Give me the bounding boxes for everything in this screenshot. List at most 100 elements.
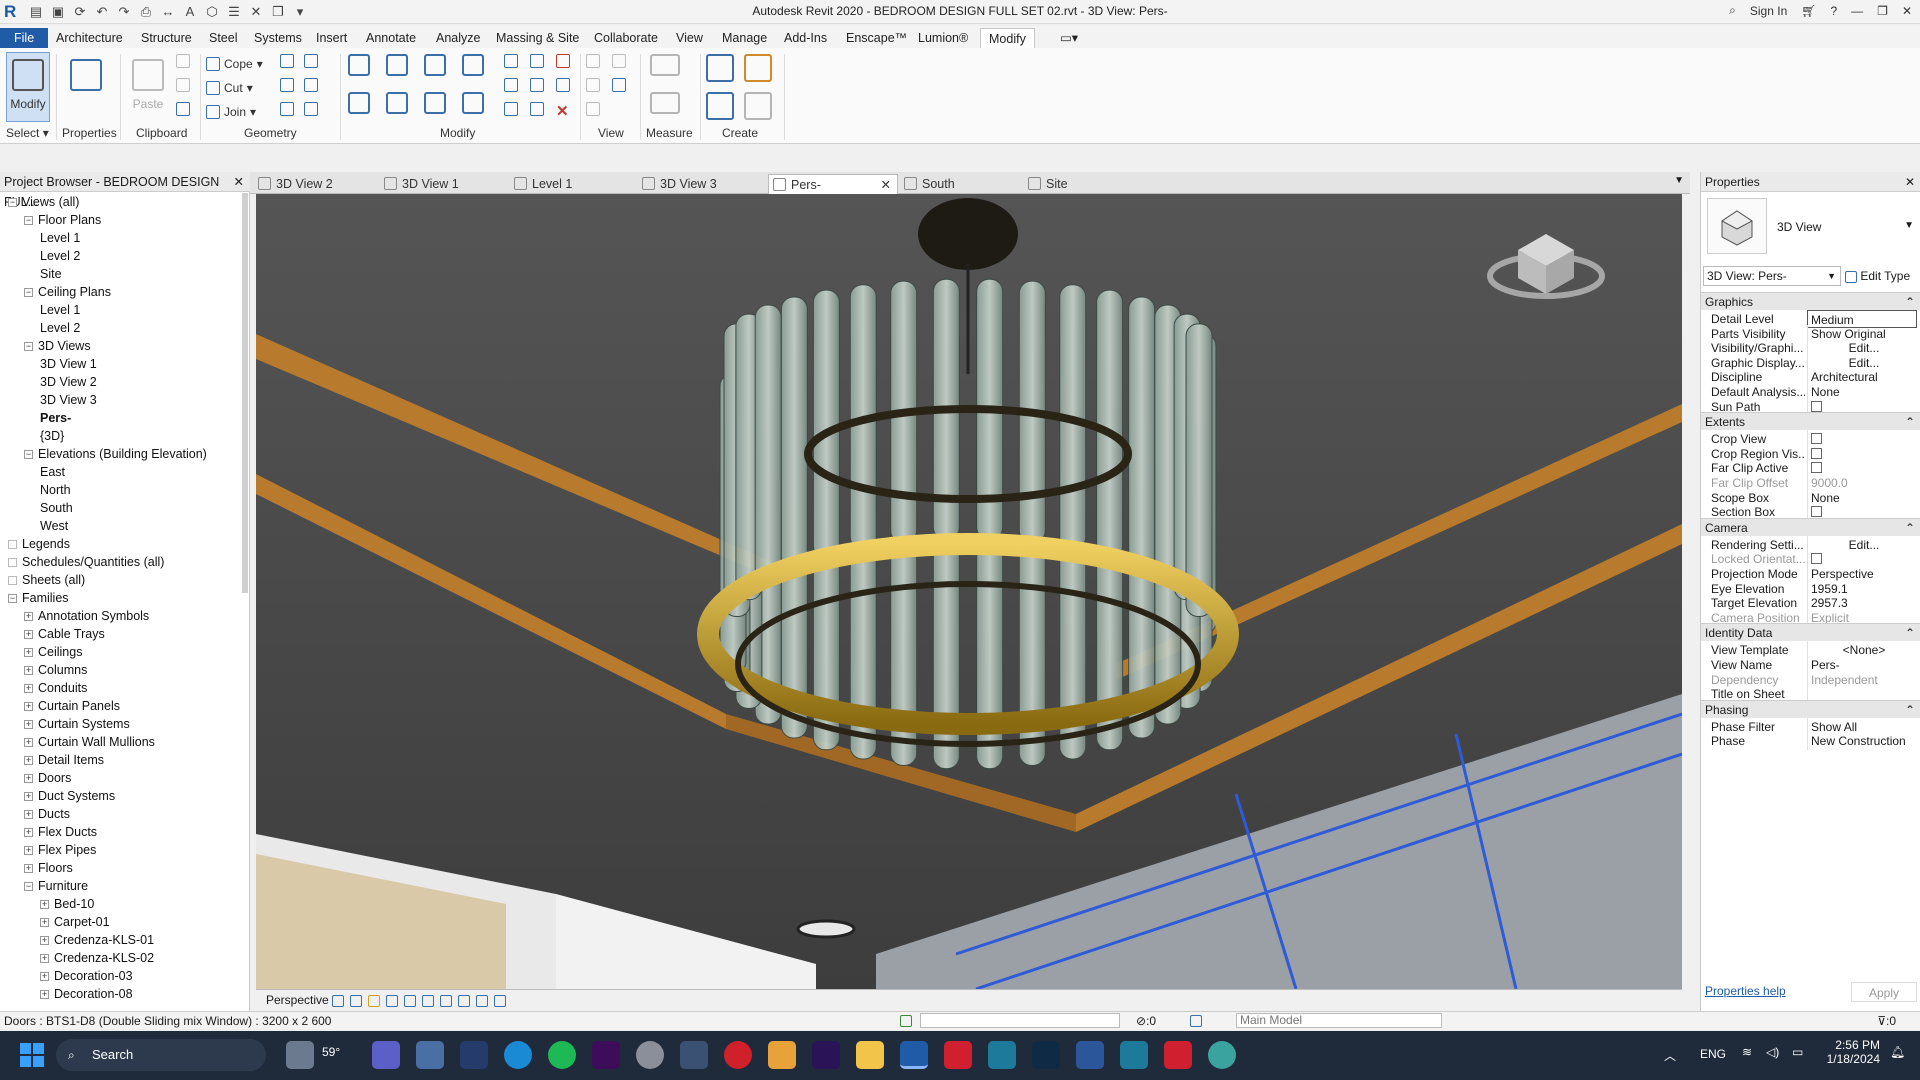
property-group-header[interactable]: Graphics ⌃ [1701, 292, 1920, 310]
expand-icon[interactable]: + [24, 630, 33, 640]
workset-dropdown[interactable] [920, 1013, 1120, 1028]
create-assembly-icon[interactable] [706, 54, 734, 82]
tree-item[interactable]: − Elevations (Building Elevation) [24, 445, 207, 463]
tree-item[interactable]: + Flex Ducts [24, 823, 97, 841]
tree-item[interactable]: + Bed-10 [40, 895, 94, 913]
collapse-icon[interactable]: − [8, 198, 17, 208]
tree-item[interactable]: North [40, 481, 71, 499]
tab-analyze[interactable]: Analyze [428, 28, 488, 48]
tab-annotate[interactable]: Annotate [358, 28, 424, 48]
tree-item[interactable]: + Columns [24, 661, 87, 679]
tree-item[interactable]: Sheets (all) [8, 571, 85, 589]
opera-icon[interactable] [724, 1041, 752, 1069]
help-icon[interactable]: ? [1830, 4, 1837, 18]
tree-item[interactable]: + Floors [24, 859, 73, 877]
ribbon-minimize-icon[interactable]: ▭▾ [1052, 28, 1086, 48]
volume-icon[interactable]: ◁) [1766, 1045, 1779, 1059]
expand-icon[interactable]: + [40, 918, 49, 928]
tree-item[interactable]: + Conduits [24, 679, 87, 697]
tab-manage[interactable]: Manage [714, 28, 775, 48]
trim-extend-icon[interactable] [462, 92, 484, 114]
tree-item[interactable]: East [40, 463, 65, 481]
collapse-icon[interactable]: − [8, 594, 17, 604]
close-properties-icon[interactable]: ✕ [1905, 172, 1915, 192]
tree-item[interactable]: + Ceilings [24, 643, 82, 661]
tab-view[interactable]: View [668, 28, 711, 48]
tree-item[interactable]: + Detail Items [24, 751, 104, 769]
tree-item[interactable]: + Decoration-08 [40, 985, 133, 1003]
remove-paint-icon[interactable] [304, 102, 318, 119]
tab-structure[interactable]: Structure [133, 28, 200, 48]
mirror-pick-axis-icon[interactable] [424, 54, 446, 76]
expand-icon[interactable]: + [24, 612, 33, 622]
tray-chevron-icon[interactable]: ︿ [1664, 1047, 1676, 1064]
linework-icon[interactable] [586, 78, 600, 95]
sun-path-icon[interactable] [368, 993, 380, 1013]
spotify-icon[interactable] [548, 1041, 576, 1069]
collapse-icon[interactable]: − [24, 450, 33, 460]
cut-button[interactable]: Cut ▾ [206, 78, 253, 98]
cut-profile-icon[interactable] [586, 102, 600, 119]
clock[interactable]: 2:56 PM 1/18/2024 [1820, 1038, 1880, 1066]
tab-lumion[interactable]: Lumion® [910, 28, 976, 48]
premiere-icon[interactable] [592, 1041, 620, 1069]
restore-icon[interactable]: ❐ [1877, 4, 1888, 18]
app-2-icon[interactable] [1208, 1041, 1236, 1069]
property-group-header[interactable]: Identity Data ⌃ [1701, 623, 1920, 642]
edit-type-button[interactable]: Edit Type [1845, 266, 1910, 286]
photos-icon[interactable] [416, 1041, 444, 1069]
collapse-icon[interactable]: − [24, 342, 33, 352]
tree-item[interactable]: 3D View 1 [40, 355, 97, 373]
demolish-icon[interactable] [304, 54, 318, 71]
align-icon[interactable] [348, 54, 370, 76]
crop-view-icon[interactable] [422, 993, 434, 1013]
photoshop-icon[interactable] [1032, 1041, 1060, 1069]
tree-item[interactable]: West [40, 517, 68, 535]
tree-item[interactable]: + Decoration-03 [40, 967, 133, 985]
close-tab-icon[interactable]: ✕ [881, 175, 891, 195]
expand-icon[interactable]: + [24, 684, 33, 694]
close-browser-icon[interactable]: ✕ [234, 172, 244, 192]
instance-selector[interactable]: 3D View: Pers- ▼ [1703, 266, 1841, 286]
video-icon[interactable] [768, 1041, 796, 1069]
tab-systems[interactable]: Systems [246, 28, 310, 48]
tree-item[interactable]: Legends [8, 535, 70, 553]
tree-item[interactable]: + Curtain Panels [24, 697, 120, 715]
collapse-group-icon[interactable]: ⌃ [1905, 293, 1915, 311]
collapse-group-icon[interactable]: ⌃ [1905, 519, 1915, 537]
tree-item[interactable]: − Families [8, 589, 69, 607]
notification-icon[interactable]: 🔔︎ [1890, 1045, 1905, 1059]
tree-item[interactable]: 3D View 2 [40, 373, 97, 391]
tree-item[interactable]: Level 2 [40, 247, 80, 265]
teams-icon[interactable] [372, 1041, 400, 1069]
collapse-icon[interactable]: − [24, 288, 33, 298]
tree-item[interactable]: + Flex Pipes [24, 841, 96, 859]
3dsmax-2-icon[interactable] [1120, 1041, 1148, 1069]
task-view-icon[interactable] [286, 1041, 314, 1069]
tree-item[interactable]: {3D} [40, 427, 64, 445]
view-list-icon[interactable] [612, 78, 626, 95]
type-dropdown-icon[interactable]: ▼ [1904, 220, 1914, 231]
tree-item[interactable]: + Cable Trays [24, 625, 105, 643]
temp-hide-icon[interactable] [476, 993, 488, 1013]
tree-item[interactable]: + Carpet-01 [40, 913, 110, 931]
tree-item[interactable]: South [40, 499, 73, 517]
tree-item[interactable]: + Credenza-KLS-02 [40, 949, 154, 967]
view-tab[interactable]: 3D View 1 [380, 174, 500, 194]
taskbar-search[interactable]: ⌕ Search [56, 1039, 266, 1071]
tree-item[interactable]: Schedules/Quantities (all) [8, 553, 164, 571]
show-crop-icon[interactable] [440, 993, 452, 1013]
binoculars-icon[interactable]: ⌕ [1729, 3, 1736, 18]
move-icon[interactable] [348, 92, 370, 114]
close-icon[interactable]: ✕ [1902, 4, 1912, 18]
hide-in-view-icon[interactable] [586, 54, 600, 71]
tab-steel[interactable]: Steel [201, 28, 246, 48]
after-effects-icon[interactable] [812, 1041, 840, 1069]
property-group-header[interactable]: Camera ⌃ [1701, 517, 1920, 537]
rendering-icon[interactable] [404, 993, 416, 1013]
mirror-draw-axis-icon[interactable] [462, 54, 484, 76]
tree-item[interactable]: − Furniture [24, 877, 88, 895]
design-option-dropdown[interactable]: Main Model [1236, 1013, 1442, 1028]
override-graphics-icon[interactable] [612, 54, 626, 71]
type-name[interactable]: 3D View [1777, 220, 1821, 234]
